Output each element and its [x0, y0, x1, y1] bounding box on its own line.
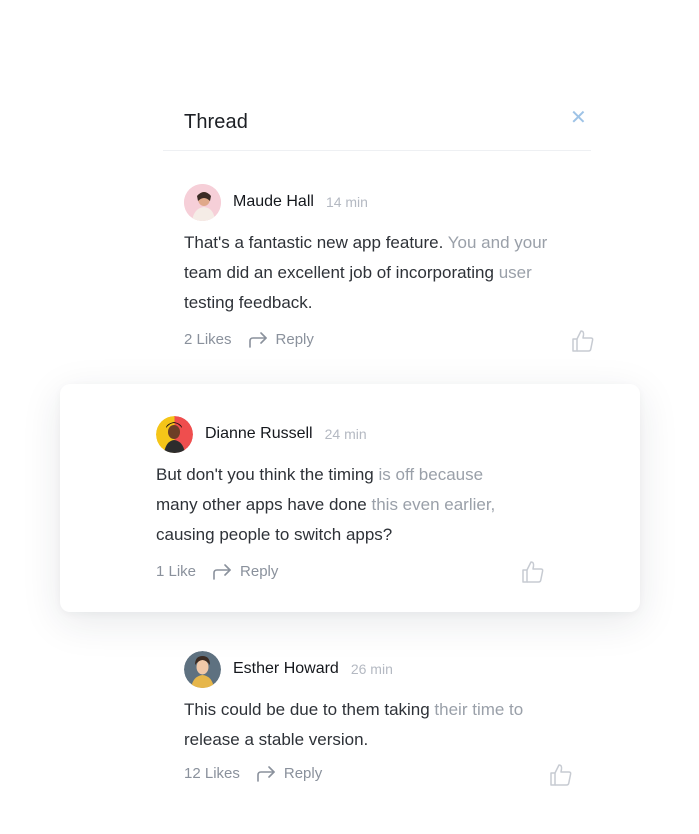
avatar[interactable] — [184, 650, 221, 688]
timestamp: 26 min — [350, 661, 393, 677]
reply-button[interactable]: Reply — [256, 765, 322, 782]
reply-arrow-icon — [248, 331, 267, 348]
thumbs-up-icon[interactable] — [549, 763, 573, 787]
author-name[interactable]: Maude Hall — [233, 193, 314, 211]
author-name[interactable]: Esther Howard — [233, 660, 339, 678]
thread-title: Thread — [184, 111, 248, 133]
comment-text: But don't you think the timing is off be… — [156, 465, 496, 544]
likes-count[interactable]: 2 Likes — [184, 331, 232, 348]
reply-arrow-icon — [257, 765, 275, 782]
avatar[interactable] — [184, 183, 221, 221]
reply-button[interactable]: Reply — [212, 563, 278, 580]
divider — [163, 150, 591, 151]
thumbs-up-icon[interactable] — [521, 560, 545, 584]
reply-button[interactable]: Reply — [248, 331, 314, 348]
likes-count[interactable]: 12 Likes — [184, 765, 240, 782]
comment-text: This could be due to them taking their t… — [184, 700, 524, 749]
timestamp: 24 min — [324, 426, 367, 442]
comment-text: That's a fantastic new app feature. You … — [184, 233, 548, 312]
thumbs-up-icon[interactable] — [571, 329, 595, 353]
reply-arrow-icon — [213, 563, 231, 580]
avatar[interactable] — [156, 415, 193, 453]
close-icon[interactable]: ✕ — [570, 108, 587, 128]
timestamp: 14 min — [325, 194, 368, 210]
author-name[interactable]: Dianne Russell — [205, 425, 313, 443]
likes-count[interactable]: 1 Like — [156, 563, 196, 580]
